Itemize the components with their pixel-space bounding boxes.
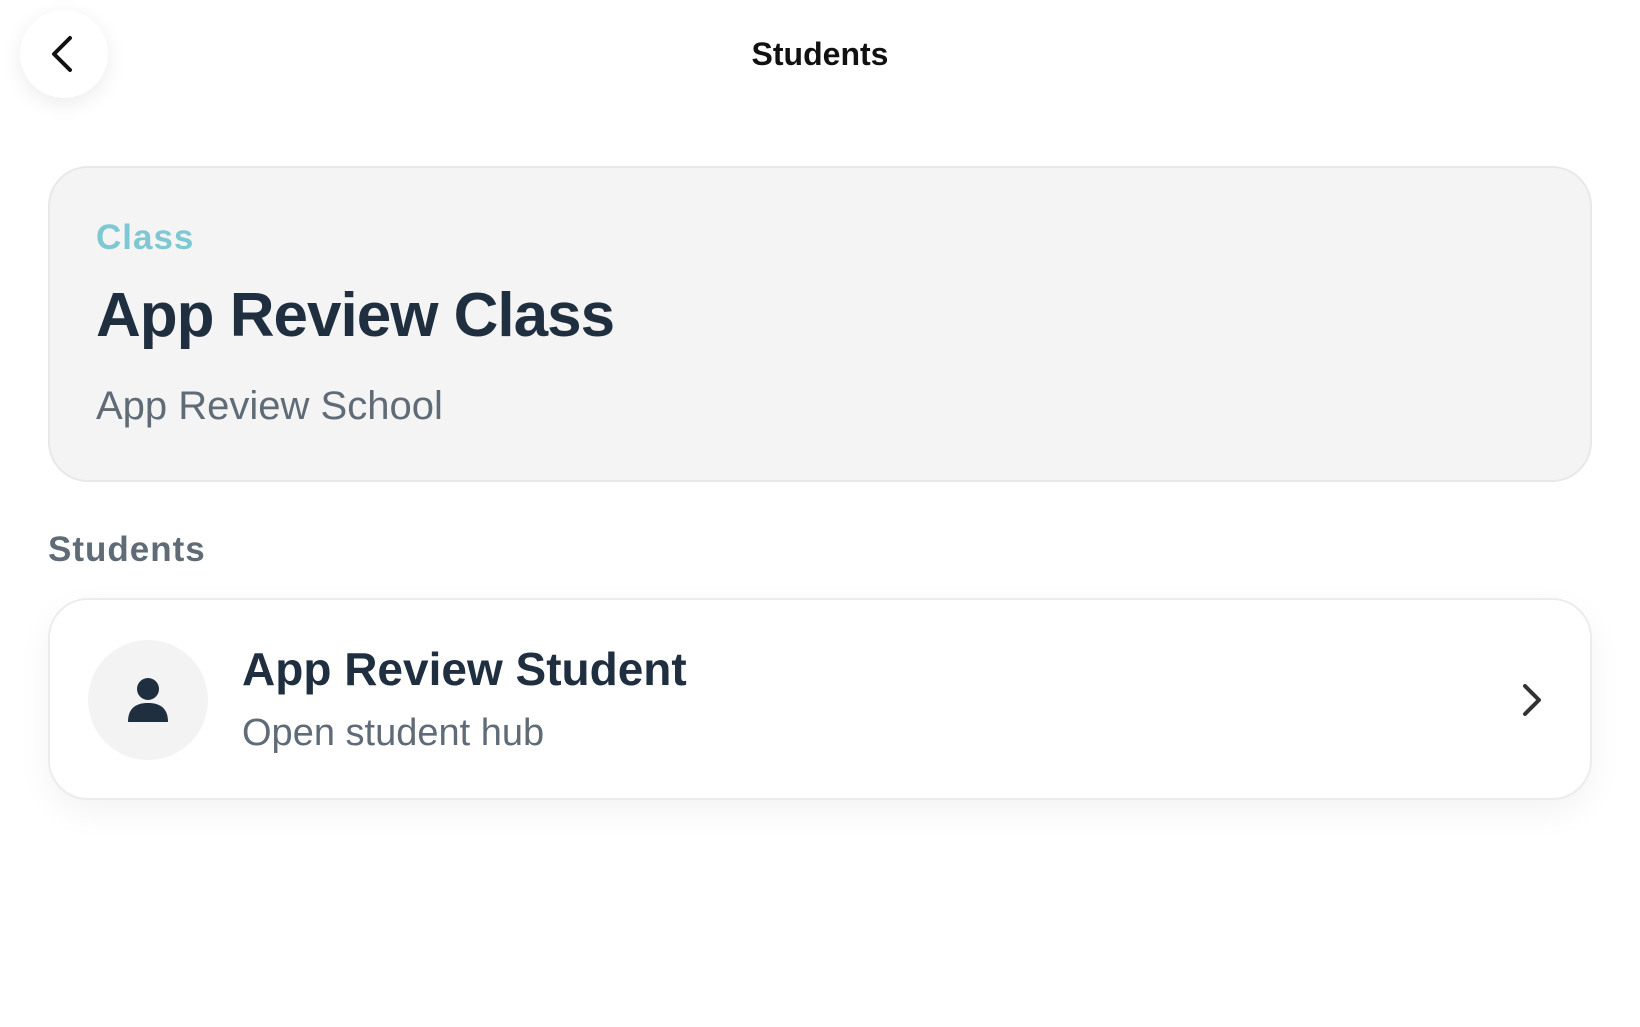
chevron-right-icon (1510, 678, 1554, 722)
avatar (88, 640, 208, 760)
class-name: App Review Class (96, 281, 615, 350)
students-screen: Students Class App Review Class App Revi… (0, 0, 1640, 1027)
school-name: App Review School (96, 384, 443, 428)
class-info-card: Class App Review Class App Review School (48, 166, 1592, 482)
person-icon (128, 678, 168, 722)
students-section-heading: Students (48, 530, 206, 569)
student-subtitle: Open student hub (242, 712, 545, 754)
page-title: Students (751, 36, 889, 72)
student-list-item[interactable]: App Review Student Open student hub (48, 598, 1592, 800)
navigation-bar: Students (0, 0, 1640, 110)
class-label: Class (96, 218, 195, 257)
student-name: App Review Student (242, 643, 687, 695)
